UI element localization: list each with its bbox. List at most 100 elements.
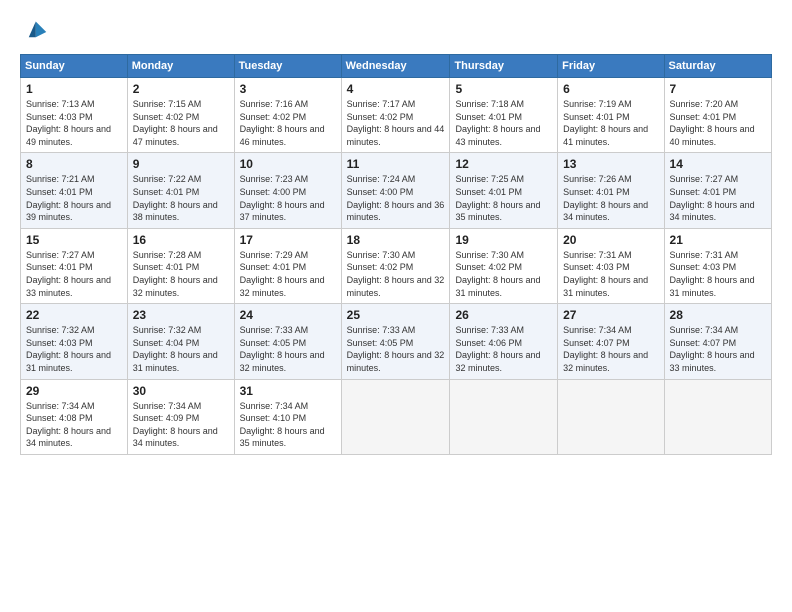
calendar-day: 24 Sunrise: 7:33 AM Sunset: 4:05 PM Dayl… bbox=[234, 304, 341, 379]
calendar-day: 31 Sunrise: 7:34 AM Sunset: 4:10 PM Dayl… bbox=[234, 379, 341, 454]
day-info: Sunrise: 7:29 AM Sunset: 4:01 PM Dayligh… bbox=[240, 249, 336, 299]
day-info: Sunrise: 7:30 AM Sunset: 4:02 PM Dayligh… bbox=[455, 249, 552, 299]
calendar-day bbox=[664, 379, 771, 454]
logo-icon bbox=[20, 18, 48, 46]
calendar-day: 3 Sunrise: 7:16 AM Sunset: 4:02 PM Dayli… bbox=[234, 78, 341, 153]
day-number: 16 bbox=[133, 233, 229, 247]
day-number: 4 bbox=[347, 82, 445, 96]
day-info: Sunrise: 7:16 AM Sunset: 4:02 PM Dayligh… bbox=[240, 98, 336, 148]
calendar-day: 17 Sunrise: 7:29 AM Sunset: 4:01 PM Dayl… bbox=[234, 228, 341, 303]
calendar-day: 9 Sunrise: 7:22 AM Sunset: 4:01 PM Dayli… bbox=[127, 153, 234, 228]
calendar-day: 13 Sunrise: 7:26 AM Sunset: 4:01 PM Dayl… bbox=[558, 153, 664, 228]
calendar-day: 8 Sunrise: 7:21 AM Sunset: 4:01 PM Dayli… bbox=[21, 153, 128, 228]
calendar-day: 7 Sunrise: 7:20 AM Sunset: 4:01 PM Dayli… bbox=[664, 78, 771, 153]
day-info: Sunrise: 7:31 AM Sunset: 4:03 PM Dayligh… bbox=[563, 249, 658, 299]
calendar-header: SundayMondayTuesdayWednesdayThursdayFrid… bbox=[21, 55, 772, 78]
day-info: Sunrise: 7:15 AM Sunset: 4:02 PM Dayligh… bbox=[133, 98, 229, 148]
day-number: 1 bbox=[26, 82, 122, 96]
day-number: 17 bbox=[240, 233, 336, 247]
day-number: 5 bbox=[455, 82, 552, 96]
day-number: 24 bbox=[240, 308, 336, 322]
calendar-week: 1 Sunrise: 7:13 AM Sunset: 4:03 PM Dayli… bbox=[21, 78, 772, 153]
calendar-day: 15 Sunrise: 7:27 AM Sunset: 4:01 PM Dayl… bbox=[21, 228, 128, 303]
day-number: 11 bbox=[347, 157, 445, 171]
day-info: Sunrise: 7:19 AM Sunset: 4:01 PM Dayligh… bbox=[563, 98, 658, 148]
day-info: Sunrise: 7:27 AM Sunset: 4:01 PM Dayligh… bbox=[670, 173, 766, 223]
day-info: Sunrise: 7:20 AM Sunset: 4:01 PM Dayligh… bbox=[670, 98, 766, 148]
weekday-header: Tuesday bbox=[234, 55, 341, 78]
calendar-day: 27 Sunrise: 7:34 AM Sunset: 4:07 PM Dayl… bbox=[558, 304, 664, 379]
calendar-day: 16 Sunrise: 7:28 AM Sunset: 4:01 PM Dayl… bbox=[127, 228, 234, 303]
day-info: Sunrise: 7:32 AM Sunset: 4:04 PM Dayligh… bbox=[133, 324, 229, 374]
day-info: Sunrise: 7:23 AM Sunset: 4:00 PM Dayligh… bbox=[240, 173, 336, 223]
day-number: 26 bbox=[455, 308, 552, 322]
day-number: 12 bbox=[455, 157, 552, 171]
calendar-day: 4 Sunrise: 7:17 AM Sunset: 4:02 PM Dayli… bbox=[341, 78, 450, 153]
day-info: Sunrise: 7:17 AM Sunset: 4:02 PM Dayligh… bbox=[347, 98, 445, 148]
calendar-body: 1 Sunrise: 7:13 AM Sunset: 4:03 PM Dayli… bbox=[21, 78, 772, 455]
day-info: Sunrise: 7:27 AM Sunset: 4:01 PM Dayligh… bbox=[26, 249, 122, 299]
day-number: 28 bbox=[670, 308, 766, 322]
calendar-day: 30 Sunrise: 7:34 AM Sunset: 4:09 PM Dayl… bbox=[127, 379, 234, 454]
calendar-day: 20 Sunrise: 7:31 AM Sunset: 4:03 PM Dayl… bbox=[558, 228, 664, 303]
calendar-day: 10 Sunrise: 7:23 AM Sunset: 4:00 PM Dayl… bbox=[234, 153, 341, 228]
day-number: 3 bbox=[240, 82, 336, 96]
weekday-header: Monday bbox=[127, 55, 234, 78]
calendar-day: 29 Sunrise: 7:34 AM Sunset: 4:08 PM Dayl… bbox=[21, 379, 128, 454]
day-number: 14 bbox=[670, 157, 766, 171]
calendar-day: 22 Sunrise: 7:32 AM Sunset: 4:03 PM Dayl… bbox=[21, 304, 128, 379]
day-info: Sunrise: 7:34 AM Sunset: 4:08 PM Dayligh… bbox=[26, 400, 122, 450]
day-number: 27 bbox=[563, 308, 658, 322]
day-info: Sunrise: 7:28 AM Sunset: 4:01 PM Dayligh… bbox=[133, 249, 229, 299]
calendar-day: 19 Sunrise: 7:30 AM Sunset: 4:02 PM Dayl… bbox=[450, 228, 558, 303]
weekday-header: Wednesday bbox=[341, 55, 450, 78]
day-number: 13 bbox=[563, 157, 658, 171]
day-number: 10 bbox=[240, 157, 336, 171]
day-number: 25 bbox=[347, 308, 445, 322]
weekday-header: Friday bbox=[558, 55, 664, 78]
calendar-day bbox=[558, 379, 664, 454]
weekday-header: Saturday bbox=[664, 55, 771, 78]
day-info: Sunrise: 7:24 AM Sunset: 4:00 PM Dayligh… bbox=[347, 173, 445, 223]
day-info: Sunrise: 7:26 AM Sunset: 4:01 PM Dayligh… bbox=[563, 173, 658, 223]
day-number: 23 bbox=[133, 308, 229, 322]
day-number: 22 bbox=[26, 308, 122, 322]
day-number: 30 bbox=[133, 384, 229, 398]
day-info: Sunrise: 7:25 AM Sunset: 4:01 PM Dayligh… bbox=[455, 173, 552, 223]
day-info: Sunrise: 7:18 AM Sunset: 4:01 PM Dayligh… bbox=[455, 98, 552, 148]
day-number: 31 bbox=[240, 384, 336, 398]
calendar-week: 22 Sunrise: 7:32 AM Sunset: 4:03 PM Dayl… bbox=[21, 304, 772, 379]
calendar-day: 12 Sunrise: 7:25 AM Sunset: 4:01 PM Dayl… bbox=[450, 153, 558, 228]
day-info: Sunrise: 7:33 AM Sunset: 4:05 PM Dayligh… bbox=[240, 324, 336, 374]
day-number: 19 bbox=[455, 233, 552, 247]
calendar-day bbox=[450, 379, 558, 454]
day-number: 6 bbox=[563, 82, 658, 96]
calendar-day: 21 Sunrise: 7:31 AM Sunset: 4:03 PM Dayl… bbox=[664, 228, 771, 303]
day-info: Sunrise: 7:21 AM Sunset: 4:01 PM Dayligh… bbox=[26, 173, 122, 223]
calendar-day: 18 Sunrise: 7:30 AM Sunset: 4:02 PM Dayl… bbox=[341, 228, 450, 303]
calendar-day: 5 Sunrise: 7:18 AM Sunset: 4:01 PM Dayli… bbox=[450, 78, 558, 153]
day-info: Sunrise: 7:34 AM Sunset: 4:07 PM Dayligh… bbox=[563, 324, 658, 374]
day-info: Sunrise: 7:33 AM Sunset: 4:06 PM Dayligh… bbox=[455, 324, 552, 374]
calendar-week: 29 Sunrise: 7:34 AM Sunset: 4:08 PM Dayl… bbox=[21, 379, 772, 454]
day-info: Sunrise: 7:13 AM Sunset: 4:03 PM Dayligh… bbox=[26, 98, 122, 148]
calendar-day: 14 Sunrise: 7:27 AM Sunset: 4:01 PM Dayl… bbox=[664, 153, 771, 228]
day-info: Sunrise: 7:32 AM Sunset: 4:03 PM Dayligh… bbox=[26, 324, 122, 374]
day-number: 8 bbox=[26, 157, 122, 171]
day-info: Sunrise: 7:34 AM Sunset: 4:10 PM Dayligh… bbox=[240, 400, 336, 450]
day-number: 29 bbox=[26, 384, 122, 398]
weekday-header: Thursday bbox=[450, 55, 558, 78]
weekday-row: SundayMondayTuesdayWednesdayThursdayFrid… bbox=[21, 55, 772, 78]
day-info: Sunrise: 7:34 AM Sunset: 4:07 PM Dayligh… bbox=[670, 324, 766, 374]
day-info: Sunrise: 7:33 AM Sunset: 4:05 PM Dayligh… bbox=[347, 324, 445, 374]
calendar-day: 11 Sunrise: 7:24 AM Sunset: 4:00 PM Dayl… bbox=[341, 153, 450, 228]
weekday-header: Sunday bbox=[21, 55, 128, 78]
page: SundayMondayTuesdayWednesdayThursdayFrid… bbox=[0, 0, 792, 612]
day-info: Sunrise: 7:34 AM Sunset: 4:09 PM Dayligh… bbox=[133, 400, 229, 450]
calendar-day: 28 Sunrise: 7:34 AM Sunset: 4:07 PM Dayl… bbox=[664, 304, 771, 379]
calendar-day: 23 Sunrise: 7:32 AM Sunset: 4:04 PM Dayl… bbox=[127, 304, 234, 379]
calendar: SundayMondayTuesdayWednesdayThursdayFrid… bbox=[20, 54, 772, 455]
day-info: Sunrise: 7:31 AM Sunset: 4:03 PM Dayligh… bbox=[670, 249, 766, 299]
day-number: 21 bbox=[670, 233, 766, 247]
day-info: Sunrise: 7:30 AM Sunset: 4:02 PM Dayligh… bbox=[347, 249, 445, 299]
